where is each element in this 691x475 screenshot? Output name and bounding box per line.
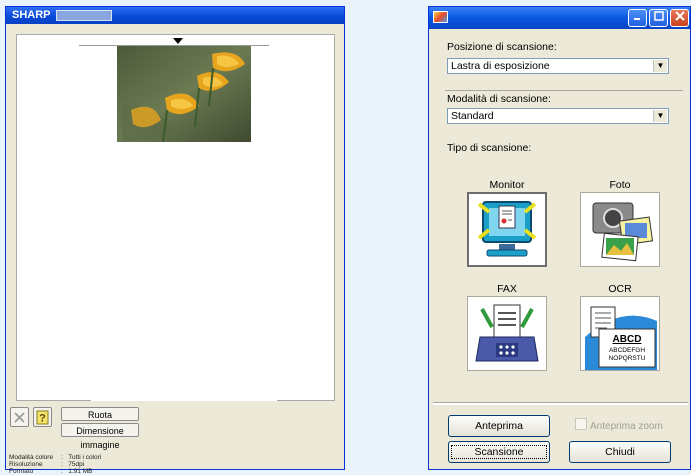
monitor-icon[interactable] (467, 192, 547, 267)
preview-zoom-label: Anteprima zoom (590, 421, 663, 432)
scan-type-label: Tipo di scansione: (447, 142, 532, 154)
scan-button-label: Scansione (451, 445, 547, 459)
scan-type-ocr-label: OCR (608, 283, 632, 295)
scan-type-monitor-label: Monitor (489, 179, 525, 191)
close-x-icon (14, 412, 25, 423)
info-value: 75dpi (68, 461, 85, 468)
ruler-pointer-icon[interactable] (173, 38, 183, 44)
ocr-sample-line-2: ABCDEFGH (609, 347, 645, 354)
scan-type-monitor[interactable]: Monitor (464, 178, 550, 267)
window-close-button[interactable] (670, 9, 689, 27)
image-size-button-label: Dimensione immagine (76, 426, 124, 450)
chevron-down-icon[interactable]: ▼ (653, 60, 667, 72)
svg-text:?: ? (39, 413, 46, 425)
dialog-separator (433, 402, 688, 405)
rotate-button[interactable]: Ruota (61, 407, 139, 421)
close-button[interactable]: Chiudi (569, 441, 671, 463)
info-key: Formato (9, 468, 34, 475)
group-divider (445, 90, 683, 91)
preview-photo[interactable] (117, 46, 251, 142)
fax-icon[interactable] (467, 296, 547, 371)
scan-dialog: Posizione di scansione: Lastra di esposi… (428, 6, 691, 470)
scan-position-value: Lastra di esposizione (451, 60, 550, 72)
scan-type-fax-label: FAX (497, 283, 517, 295)
scan-type-photo[interactable]: Foto (577, 178, 663, 267)
maximize-button[interactable] (649, 9, 668, 27)
preview-zoom-checkbox[interactable]: Anteprima zoom (575, 418, 663, 432)
info-row-format: Formato: 1.91 MB (9, 468, 93, 475)
scan-mode-select[interactable]: Standard ▼ (447, 108, 669, 124)
scan-mode-label: Modalità di scansione: (447, 93, 551, 105)
preview-canvas[interactable] (16, 34, 335, 401)
dialog-titlebar[interactable] (429, 7, 690, 29)
close-preview-button[interactable] (10, 407, 29, 427)
preview-titlebar: SHARP (6, 7, 344, 24)
minimize-icon (633, 18, 640, 20)
preview-button-label: Anteprima (475, 420, 523, 432)
title-placeholder-bar (55, 10, 112, 21)
info-row-color-mode: Modalità colore: Tutti i colori (9, 454, 102, 461)
ocr-sample-line-3: NOPQRSTU (609, 355, 646, 362)
camera-photo-icon[interactable] (580, 192, 660, 267)
preview-button[interactable]: Anteprima (448, 415, 550, 437)
info-key: Risoluzione (9, 461, 43, 468)
rotate-button-label: Ruota (87, 410, 113, 420)
close-icon (674, 11, 685, 21)
app-icon (433, 11, 448, 23)
help-button[interactable]: ? (33, 407, 52, 427)
info-key: Modalità colore (9, 454, 54, 461)
ocr-sample-line-1: ABCD (613, 334, 642, 345)
chevron-down-icon[interactable]: ▼ (653, 110, 667, 122)
scan-position-label: Posizione di scansione: (447, 41, 557, 53)
image-size-button[interactable]: Dimensione immagine (61, 423, 139, 450)
scan-button[interactable]: Scansione (448, 441, 550, 463)
scan-type-fax[interactable]: FAX (464, 282, 550, 371)
maximize-icon (653, 11, 664, 21)
info-row-resolution: Risoluzione: 75dpi (9, 461, 85, 468)
info-value: 1.91 MB (68, 468, 93, 475)
scan-type-photo-label: Foto (609, 179, 631, 191)
ocr-document-icon[interactable]: ABCD ABCDEFGH NOPQRSTU (580, 296, 660, 371)
scan-position-select[interactable]: Lastra di esposizione ▼ (447, 58, 669, 74)
checkbox-box[interactable] (575, 418, 587, 430)
preview-window-title: SHARP (12, 9, 51, 21)
preview-window: SHARP ? Ruota Dimensione immagine Modali… (5, 6, 345, 475)
info-value: Tutti i colori (68, 454, 102, 461)
scan-type-ocr[interactable]: OCR ABCD ABCDEFGH NOPQRSTU (577, 282, 663, 371)
close-button-label: Chiudi (605, 446, 635, 458)
help-question-icon: ? (36, 410, 49, 425)
minimize-button[interactable] (628, 9, 647, 27)
scan-mode-value: Standard (451, 110, 494, 122)
